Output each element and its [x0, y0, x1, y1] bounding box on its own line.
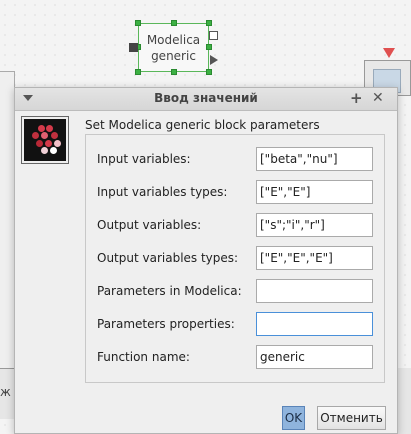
input-port[interactable]	[129, 43, 138, 52]
output-port[interactable]	[210, 55, 218, 65]
output-variables-types-field[interactable]: ["E","E","E"]	[256, 246, 373, 270]
modelica-generic-block[interactable]: Modelica generic	[138, 23, 209, 72]
input-variables-field[interactable]: ["beta","nu"]	[256, 147, 373, 171]
scilab-dots-icon	[21, 116, 69, 164]
parameters-in-modelica-label: Parameters in Modelica:	[97, 284, 242, 298]
output-variables-field[interactable]: ["s";"i","r"]	[256, 213, 373, 237]
input-variables-label: Input variables:	[97, 152, 191, 166]
side-port[interactable]	[209, 31, 218, 40]
resize-handle-bl[interactable]	[135, 69, 141, 75]
block-label: Modelica generic	[146, 33, 201, 63]
output-variables-types-label: Output variables types:	[97, 251, 239, 265]
dialog-title: Ввод значений	[154, 91, 258, 105]
close-icon[interactable]: ✕	[372, 90, 384, 106]
parameters-in-modelica-field[interactable]	[256, 279, 373, 303]
resize-handle-tl[interactable]	[135, 20, 141, 26]
dialog-header: Set Modelica generic block parameters	[85, 118, 320, 132]
input-variables-types-field[interactable]: ["E","E"]	[256, 180, 373, 204]
function-name-field[interactable]: generic	[256, 345, 373, 369]
output-variables-label: Output variables:	[97, 218, 202, 232]
resize-handle-tc[interactable]	[171, 20, 177, 26]
parameters-dialog: Ввод значений + ✕ Set Modelica generic b…	[14, 87, 398, 434]
resize-handle-bc[interactable]	[171, 69, 177, 75]
bottom-right-panel-edge	[397, 368, 411, 434]
bottom-panel-text: ж	[0, 385, 11, 399]
left-panel-edge	[0, 71, 15, 371]
resize-handle-mr[interactable]	[206, 44, 212, 50]
parameters-properties-label: Parameters properties:	[97, 317, 235, 331]
cancel-button[interactable]: Отменить	[317, 406, 386, 430]
plus-icon[interactable]: +	[350, 89, 363, 107]
input-variables-types-label: Input variables types:	[97, 185, 228, 199]
dialog-titlebar[interactable]: Ввод значений + ✕	[15, 88, 397, 111]
parameters-properties-field[interactable]	[256, 312, 373, 336]
red-arrow-icon	[383, 48, 395, 58]
resize-handle-br[interactable]	[206, 69, 212, 75]
function-name-label: Function name:	[97, 350, 190, 364]
resize-handle-tr[interactable]	[206, 20, 212, 26]
ok-button[interactable]: OK	[282, 406, 305, 430]
